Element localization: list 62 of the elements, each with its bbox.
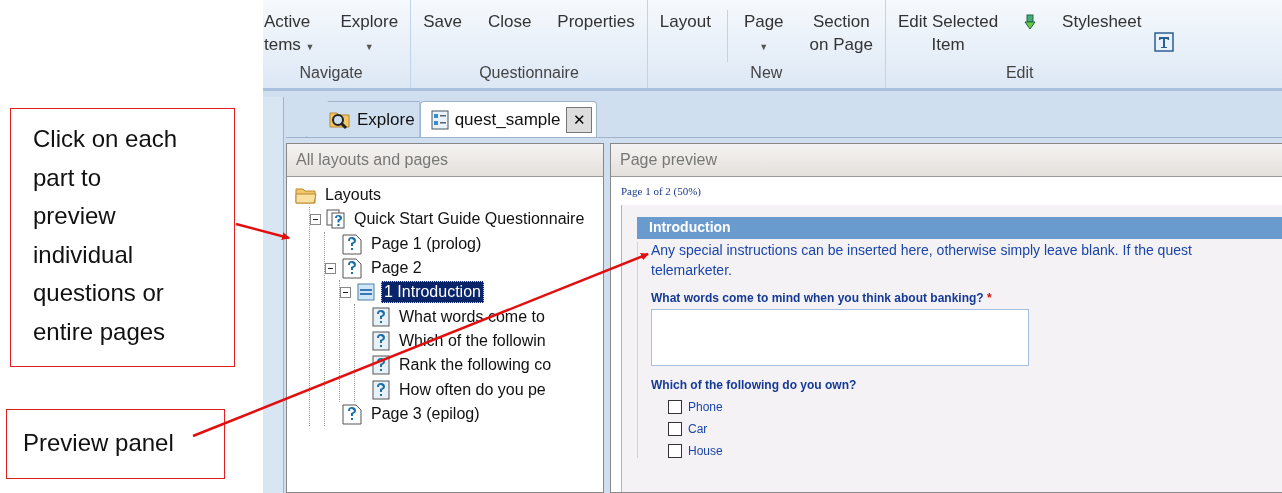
form-icon [430, 109, 449, 130]
question-page-icon [341, 232, 363, 255]
close-button[interactable]: ✕ [566, 106, 593, 133]
ribbon-button[interactable]: Active tems ▼ [264, 10, 315, 62]
question-label: What words come to mind when you think about banking? * [651, 291, 993, 305]
section-header: Introduction [637, 217, 1282, 239]
question-page-icon [341, 402, 363, 425]
collapse-icon[interactable] [325, 262, 336, 274]
ribbon-group-label: Questionnaire [478, 63, 580, 82]
ribbon-group-label: Edit [1004, 63, 1035, 82]
question-icon [371, 306, 391, 327]
tree-item[interactable]: How often do you pe [396, 378, 549, 401]
tree-item[interactable]: Page 2 [368, 257, 425, 280]
questionnaire-icon [326, 209, 346, 230]
ribbon-button[interactable]: Explore ▼ [340, 10, 399, 62]
instruction-text: Any special instructions can be inserted here, otherwise simply leave blank. If the quest [651, 242, 1193, 259]
tab[interactable]: quest_sample ✕ [419, 101, 598, 137]
tree-item[interactable]: What words come to [396, 305, 548, 328]
caret-icon: ▼ [364, 42, 374, 52]
option-label: House [688, 444, 723, 458]
question-page-icon [341, 257, 363, 280]
page-indicator: Page 1 of 2 (50%) [621, 185, 703, 197]
callout-text: Preview panel [6, 409, 225, 479]
collapse-icon[interactable] [340, 286, 351, 298]
ribbon-button[interactable]: Section on Page [809, 10, 873, 62]
tree-item[interactable]: Quick Start Guide Questionnaire [351, 208, 588, 231]
option-label: Phone [688, 400, 723, 414]
search-icon [329, 109, 351, 130]
arrow-down-icon[interactable] [1024, 14, 1037, 30]
ribbon-button[interactable]: Page ▼ [743, 10, 784, 62]
instruction-text: telemarketer. [651, 262, 733, 279]
ribbon-button[interactable]: Layout [659, 10, 711, 62]
text-icon[interactable] [1153, 32, 1174, 52]
tree-item[interactable]: Rank the following co [396, 354, 555, 377]
callout-arrow [235, 222, 290, 241]
option-label: Car [688, 422, 708, 436]
tree-item[interactable]: Page 3 (epilog) [368, 402, 483, 425]
callout-text: Click on each part to preview individual questions or entire pages [10, 108, 235, 367]
section-icon [356, 282, 376, 303]
folder-icon [295, 186, 317, 205]
question-icon [371, 330, 391, 351]
panel-header: Page preview [611, 144, 1282, 177]
collapse-icon[interactable] [310, 213, 321, 225]
tree-item[interactable]: 1 Introduction [381, 281, 484, 304]
checkbox[interactable] [668, 422, 682, 436]
ribbon-group-label: Navigate [298, 63, 364, 82]
question-label: Which of the following do you own? [651, 378, 858, 392]
tab[interactable]: Explore [306, 101, 420, 137]
checkbox[interactable] [668, 400, 682, 414]
ribbon-button[interactable]: Close [487, 10, 532, 62]
ribbon-button[interactable]: Stylesheet [1062, 10, 1142, 62]
ribbon-button[interactable]: Save [423, 10, 462, 62]
caret-icon: ▼ [305, 42, 315, 52]
ribbon-group-label: New [749, 63, 784, 82]
tree-item[interactable]: Layouts [322, 184, 385, 207]
checkbox[interactable] [668, 444, 682, 458]
ribbon-button[interactable]: Properties [557, 10, 635, 62]
ribbon-button[interactable]: Edit Selected Item [897, 10, 999, 62]
caret-icon: ▼ [759, 42, 769, 52]
panel-header: All layouts and pages [287, 144, 603, 177]
question-icon [371, 379, 391, 400]
tree-item[interactable]: Page 1 (prolog) [368, 232, 485, 255]
